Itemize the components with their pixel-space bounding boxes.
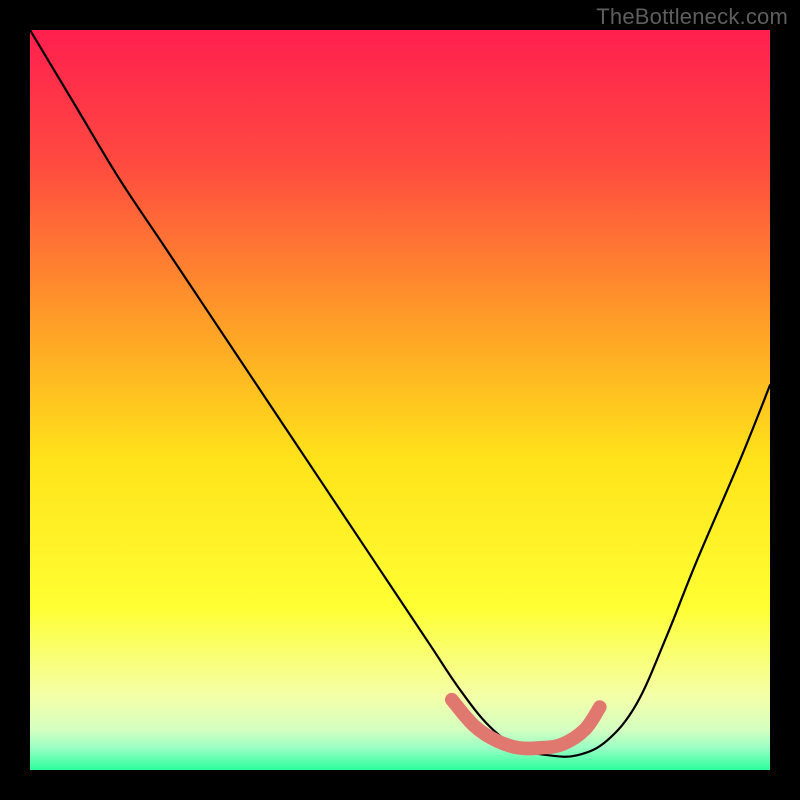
chart-frame: TheBottleneck.com	[0, 0, 800, 800]
chart-svg	[30, 30, 770, 770]
bottleneck-curve	[30, 30, 770, 757]
watermark-text: TheBottleneck.com	[596, 4, 788, 30]
plot-area	[30, 30, 770, 770]
